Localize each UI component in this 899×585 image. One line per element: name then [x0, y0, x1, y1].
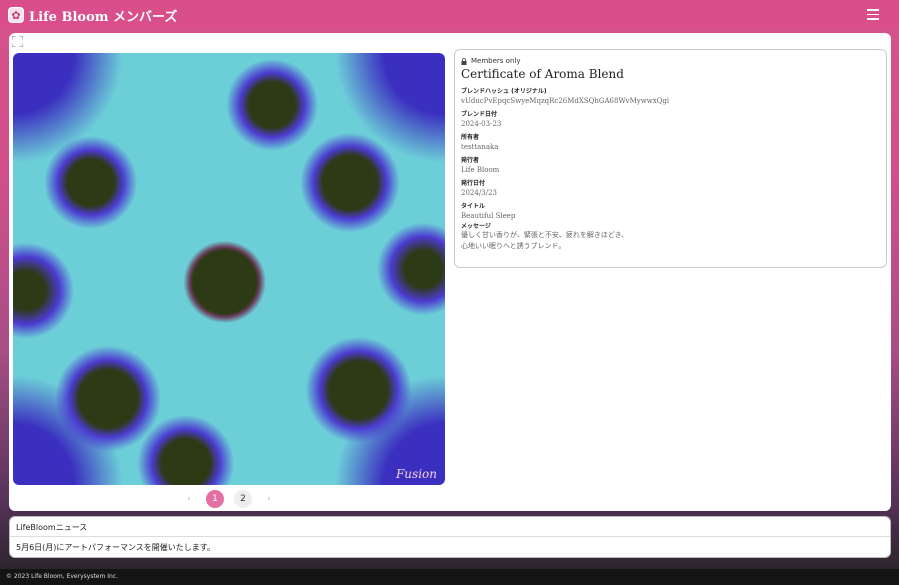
members-only-badge: Members only	[461, 57, 880, 65]
owner-value: testtanaka	[461, 143, 499, 151]
pager-prev-button[interactable]: ‹	[182, 494, 196, 504]
blend-hash-value: vUducPvEpqcSwyeMqzqRc26MdXSQhGA68WvMywwx…	[461, 97, 670, 105]
footer-copyright: © 2023 Life Bloom, Everysystem Inc.	[0, 569, 899, 585]
brand-title[interactable]: Life Bloom メンバーズ	[29, 6, 177, 25]
certificate-details: Members only Certificate of Aroma Blend …	[454, 49, 887, 268]
issuer-value: Life Bloom	[461, 166, 500, 174]
issue-date-label: 発行日付	[461, 180, 486, 187]
issue-date-value: 2024/3/23	[461, 189, 497, 197]
blend-hash-label: ブレンドハッシュ (オリジナル)	[461, 88, 547, 95]
message-label: メッセージ	[461, 223, 491, 230]
certificate-card: Fusion ‹ 1 2 › Members only Certificate …	[9, 33, 891, 511]
brand-logo[interactable]: ✿	[8, 7, 24, 23]
title-value: Beautiful Sleep	[461, 212, 516, 220]
owner-label: 所有者	[461, 134, 480, 141]
pager-next-button[interactable]: ›	[262, 494, 276, 504]
fractal-artwork-image: Fusion	[13, 53, 445, 485]
lock-icon	[461, 57, 467, 65]
certificate-title: Certificate of Aroma Blend	[461, 67, 624, 81]
issuer-label: 発行者	[461, 157, 480, 164]
artwork-signature: Fusion	[395, 467, 437, 481]
fullscreen-expand-icon[interactable]	[12, 36, 23, 47]
app-header: ✿ Life Bloom メンバーズ	[0, 0, 899, 30]
pager-page-2[interactable]: 2	[234, 490, 252, 508]
members-only-label: Members only	[471, 57, 521, 65]
hamburger-menu-icon[interactable]	[867, 9, 879, 21]
pager-page-1[interactable]: 1	[206, 490, 224, 508]
news-title: LifeBloomニュース	[10, 517, 890, 537]
message-line: 心地いい眠りへと誘うブレンド。	[461, 242, 566, 250]
blend-date-label: ブレンド日付	[461, 111, 498, 118]
title-label: タイトル	[461, 203, 486, 210]
news-panel: LifeBloomニュース 5月6日(月)にアートパフォーマンスを開催いたします…	[9, 516, 891, 558]
news-item[interactable]: 5月6日(月)にアートパフォーマンスを開催いたします。	[10, 537, 890, 558]
message-line: 優しく甘い香りが、緊張と不安、疲れを解きほどき、	[461, 231, 629, 239]
image-pager: ‹ 1 2 ›	[9, 489, 449, 509]
blend-date-value: 2024-03-23	[461, 120, 502, 128]
